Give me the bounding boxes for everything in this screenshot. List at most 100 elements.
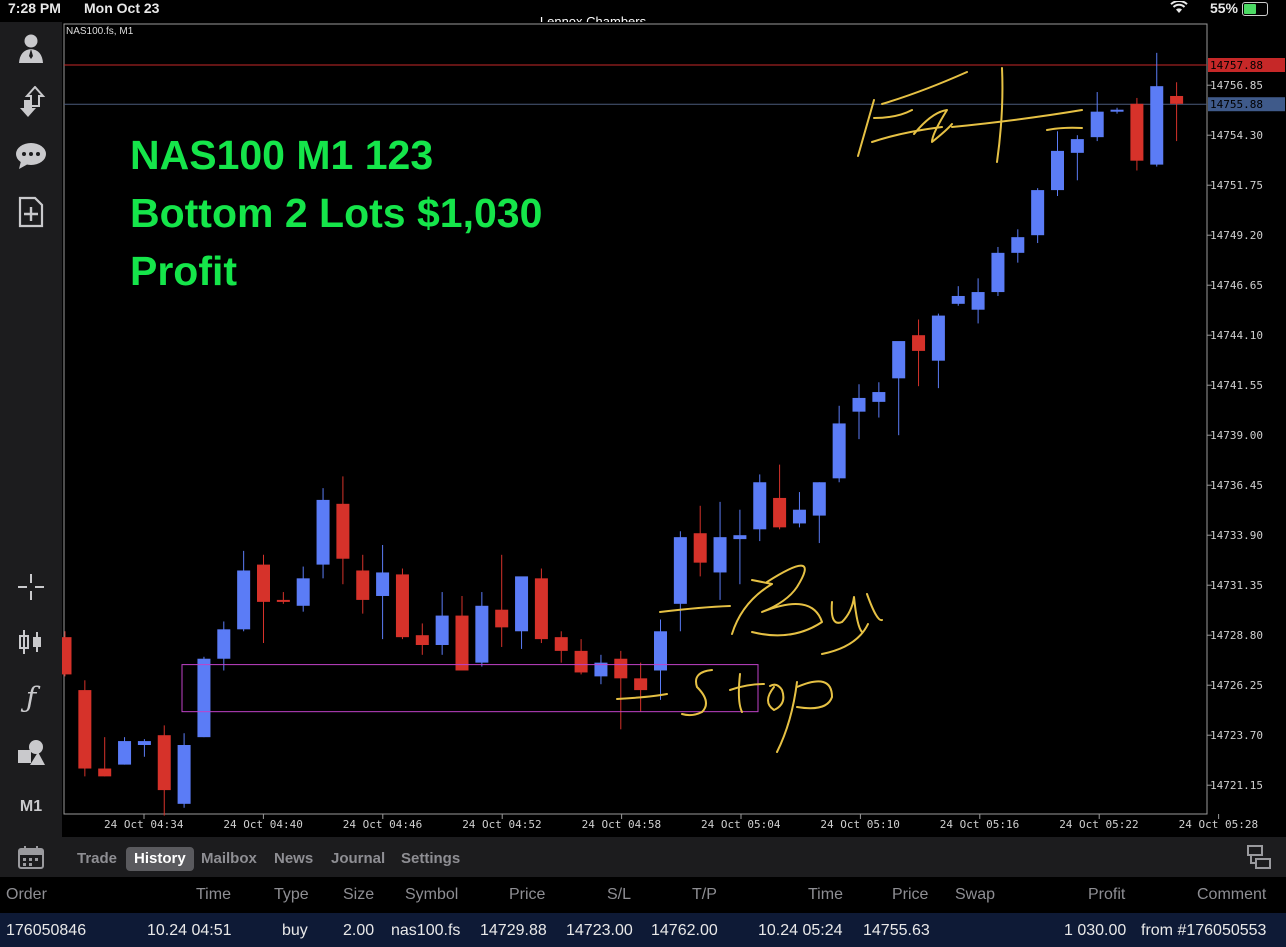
price-axis-label: 14726.25 <box>1210 679 1263 692</box>
candle-body <box>733 535 747 540</box>
exit-annotation <box>857 67 1083 163</box>
candle-body <box>296 578 310 606</box>
cell-close-price: 14755.63 <box>863 922 930 939</box>
history-table-header: Order Time Type Size Symbol Price S/L T/… <box>0 877 1286 913</box>
header-close-price: Price <box>892 886 929 903</box>
price-axis-label: 14739.00 <box>1210 429 1263 442</box>
cell-order: 176050846 <box>6 922 87 939</box>
chat-icon[interactable] <box>10 138 52 174</box>
zone-box <box>181 664 759 713</box>
user-icon[interactable] <box>10 30 52 66</box>
candle-body <box>257 564 270 602</box>
new-document-icon[interactable] <box>10 194 52 230</box>
candle-body <box>475 605 489 663</box>
candle-body <box>1031 190 1045 236</box>
candle-body <box>713 537 727 573</box>
header-symbol: Symbol <box>405 886 459 903</box>
header-type: Type <box>274 886 309 903</box>
tab-journal[interactable]: Journal <box>323 847 393 871</box>
header-order: Order <box>6 886 47 903</box>
table-row[interactable]: 176050846 10.24 04:51 buy 2.00 nas100.fs… <box>0 913 1286 947</box>
candle-body <box>455 615 469 671</box>
candle-body <box>1110 109 1124 112</box>
header-close-time: Time <box>808 886 843 903</box>
candle-body <box>892 341 906 379</box>
candle-body <box>673 537 687 604</box>
candle-body <box>971 292 985 310</box>
candle-body <box>435 615 449 645</box>
overlay-line-1: NAS100 M1 123 <box>130 132 434 178</box>
overlay-line-3: Profit <box>130 248 238 294</box>
trade-arrows-icon[interactable] <box>10 84 52 120</box>
candle-body <box>792 509 806 524</box>
candle-body <box>217 629 231 659</box>
time-axis-label: 24 Oct 05:16 <box>940 818 1019 831</box>
cell-size: 2.00 <box>343 922 375 939</box>
price-axis-label: 14754.30 <box>1210 129 1263 142</box>
cell-profit: 1 030.00 <box>1064 922 1127 939</box>
battery-icon <box>1242 2 1268 16</box>
price-axis-label: 14736.45 <box>1210 479 1263 492</box>
candle-body <box>356 570 370 600</box>
crosshair-icon[interactable] <box>10 569 52 605</box>
header-open-price: Price <box>509 886 546 903</box>
candle-body <box>137 741 151 745</box>
time-axis-label: 24 Oct 05:22 <box>1059 818 1138 831</box>
timeframe-button[interactable]: M1 <box>10 789 52 825</box>
candle-body <box>1051 150 1064 191</box>
layout-toggle-icon[interactable] <box>1246 844 1272 875</box>
time-axis-label: 24 Oct 04:34 <box>104 818 184 831</box>
price-axis-label: 14728.80 <box>1210 629 1263 642</box>
time-axis-label: 24 Oct 05:10 <box>820 818 899 831</box>
candle-body <box>554 637 568 651</box>
candle-body <box>62 637 72 675</box>
chart-type-icon[interactable] <box>10 624 52 660</box>
candle-body <box>157 735 171 791</box>
candle-body <box>852 397 866 412</box>
candle-body <box>515 576 529 632</box>
candle-body <box>316 499 330 565</box>
tab-mailbox[interactable]: Mailbox <box>193 847 265 871</box>
candle-body <box>415 635 429 645</box>
time-axis-label: 24 Oct 04:46 <box>343 818 422 831</box>
time-axis-label: 24 Oct 05:28 <box>1179 818 1258 831</box>
price-axis-label: 14733.90 <box>1210 529 1263 542</box>
stop-annotation <box>616 669 833 753</box>
calendar-icon[interactable] <box>18 845 44 874</box>
candle-body <box>98 768 112 777</box>
price-axis-label: 14741.55 <box>1210 379 1263 392</box>
candle-body <box>1170 95 1184 104</box>
chart-overlay-note: NAS100 M1 123 Bottom 2 Lots $1,030 Profi… <box>130 126 542 300</box>
cell-open-time: 10.24 04:51 <box>147 922 232 939</box>
header-comment: Comment <box>1197 886 1267 903</box>
cell-symbol: nas100.fs <box>391 922 461 939</box>
candle-body <box>634 678 648 691</box>
price-axis-label: 14721.15 <box>1210 779 1263 792</box>
time-axis-label: 24 Oct 04:40 <box>223 818 302 831</box>
price-axis-label: 14749.20 <box>1210 229 1263 242</box>
candle-body <box>614 658 628 679</box>
candle-body <box>276 599 290 602</box>
indicators-icon[interactable]: ƒ <box>10 679 52 715</box>
cell-comment: from #176050553 <box>1141 922 1267 939</box>
candle-body <box>177 745 191 804</box>
candle-body <box>912 335 926 351</box>
header-size: Size <box>343 886 375 903</box>
price-axis-label: 14731.35 <box>1210 579 1263 592</box>
candle-body <box>237 570 251 630</box>
objects-icon[interactable] <box>10 734 52 770</box>
overlay-line-2: Bottom 2 Lots $1,030 <box>130 190 543 236</box>
cell-close-time: 10.24 05:24 <box>758 922 843 939</box>
tab-settings[interactable]: Settings <box>393 847 468 871</box>
candle-body <box>336 503 350 559</box>
tab-history[interactable]: History <box>126 847 194 871</box>
price-axis-label: 14756.85 <box>1210 79 1263 92</box>
tab-news[interactable]: News <box>266 847 321 871</box>
header-swap: Swap <box>955 886 996 903</box>
candle-body <box>832 423 846 479</box>
price-chart[interactable]: 14756.85 14754.30 14751.75 14749.20 14746.65… <box>62 22 1286 837</box>
price-axis-label: 14746.65 <box>1210 279 1263 292</box>
candle-body <box>534 578 548 640</box>
tab-trade[interactable]: Trade <box>69 847 125 871</box>
cell-sl: 14723.00 <box>566 922 633 939</box>
